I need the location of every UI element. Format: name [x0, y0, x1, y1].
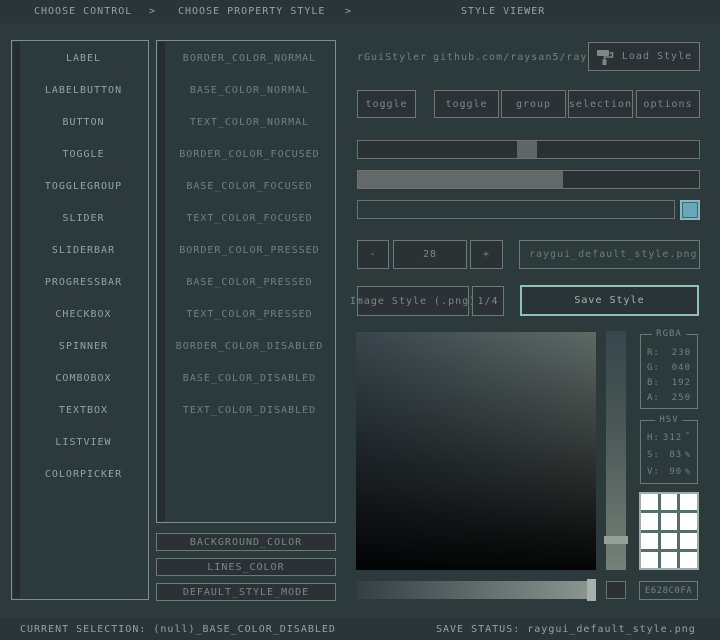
control-item-labelbutton[interactable]: LABELBUTTON — [20, 74, 147, 106]
controls-items: LABEL LABELBUTTON BUTTON TOGGLE TOGGLEGR… — [20, 42, 147, 490]
palette-cell[interactable] — [661, 552, 678, 568]
palette-cell[interactable] — [661, 494, 678, 510]
property-item-border-color-focused[interactable]: BORDER_COLOR_FOCUSED — [165, 138, 334, 170]
palette-cell[interactable] — [641, 494, 658, 510]
rgba-row-a: A:250 — [641, 390, 697, 405]
save-style-button[interactable]: Save Style — [520, 285, 699, 316]
hue-slider-handle[interactable] — [604, 536, 628, 544]
paint-roller-icon — [596, 48, 615, 66]
hsv-row-h: H:312° — [641, 429, 697, 446]
control-item-spinner[interactable]: SPINNER — [20, 330, 147, 362]
load-style-button[interactable]: Load Style — [588, 42, 700, 71]
property-item-text-color-focused[interactable]: TEXT_COLOR_FOCUSED — [165, 202, 334, 234]
palette-cell[interactable] — [661, 533, 678, 549]
properties-items: BORDER_COLOR_NORMAL BASE_COLOR_NORMAL TE… — [165, 42, 334, 426]
palette-cell[interactable] — [680, 513, 697, 529]
sliderbar-fill — [358, 171, 563, 188]
hsv-row-s: S:83% — [641, 446, 697, 463]
color-panel[interactable] — [356, 331, 596, 570]
control-item-button[interactable]: BUTTON — [20, 106, 147, 138]
image-style-button[interactable]: Image Style (.png) — [357, 286, 469, 316]
controls-listview: LABEL LABELBUTTON BUTTON TOGGLE TOGGLEGR… — [11, 40, 149, 600]
property-item-base-color-focused[interactable]: BASE_COLOR_FOCUSED — [165, 170, 334, 202]
alpha-slider[interactable] — [357, 581, 596, 599]
rgba-title: RGBA — [652, 329, 686, 339]
slider-handle[interactable] — [517, 141, 537, 158]
rguistyler-window: CHOOSE CONTROL > CHOOSE PROPERTY STYLE >… — [0, 0, 720, 640]
rgba-row-r: R:230 — [641, 345, 697, 360]
hsv-row-v: V:90% — [641, 463, 697, 480]
chevron-right-icon: > — [345, 6, 352, 17]
palette-cell[interactable] — [641, 533, 658, 549]
toggle-button[interactable]: toggle — [357, 90, 416, 118]
togglegroup-item-toggle[interactable]: toggle — [434, 90, 499, 118]
control-item-toggle[interactable]: TOGGLE — [20, 138, 147, 170]
filename-input[interactable]: raygui_default_style.png — [519, 240, 700, 269]
background-color-button[interactable]: BACKGROUND_COLOR — [156, 533, 336, 551]
property-item-base-color-pressed[interactable]: BASE_COLOR_PRESSED — [165, 266, 334, 298]
property-item-base-color-normal[interactable]: BASE_COLOR_NORMAL — [165, 74, 334, 106]
section-choose-property-style: CHOOSE PROPERTY STYLE — [178, 6, 325, 17]
repo-link[interactable]: github.com/raysan5/raygui — [433, 52, 609, 63]
palette-cell[interactable] — [680, 533, 697, 549]
section-style-viewer: STYLE VIEWER — [461, 6, 545, 17]
spinner-minus-button[interactable]: - — [357, 240, 389, 269]
slider[interactable] — [357, 140, 700, 159]
control-item-textbox[interactable]: TEXTBOX — [20, 394, 147, 426]
palette-cell[interactable] — [680, 494, 697, 510]
rgba-row-g: G:040 — [641, 360, 697, 375]
togglegroup-item-group[interactable]: group — [501, 90, 566, 118]
control-item-label[interactable]: LABEL — [20, 42, 147, 74]
hsv-title: HSV — [655, 415, 682, 425]
control-item-slider[interactable]: SLIDER — [20, 202, 147, 234]
alpha-checkbox[interactable] — [606, 581, 626, 599]
lines-color-button[interactable]: LINES_COLOR — [156, 558, 336, 576]
chevron-right-icon: > — [149, 6, 156, 17]
alpha-slider-handle[interactable] — [587, 579, 596, 601]
property-item-text-color-normal[interactable]: TEXT_COLOR_NORMAL — [165, 106, 334, 138]
property-item-border-color-normal[interactable]: BORDER_COLOR_NORMAL — [165, 42, 334, 74]
controls-scrollbar[interactable] — [13, 42, 20, 598]
control-item-togglegroup[interactable]: TOGGLEGROUP — [20, 170, 147, 202]
load-style-label: Load Style — [622, 51, 692, 62]
properties-scrollbar[interactable] — [158, 42, 165, 521]
control-item-listview[interactable]: LISTVIEW — [20, 426, 147, 458]
spinner-plus-button[interactable]: + — [470, 240, 503, 269]
app-title: rGuiStyler — [357, 52, 427, 63]
control-item-colorpicker[interactable]: COLORPICKER — [20, 458, 147, 490]
rgba-row-b: B:192 — [641, 375, 697, 390]
hsv-groupbox: HSV H:312° S:83% V:90% — [640, 420, 698, 484]
default-style-mode-button[interactable]: DEFAULT_STYLE_MODE — [156, 583, 336, 601]
status-bar: CURRENT SELECTION: (null)_BASE_COLOR_DIS… — [0, 618, 720, 640]
checkbox[interactable] — [680, 200, 700, 220]
spinner-value[interactable]: 28 — [393, 240, 467, 269]
text-input[interactable] — [357, 200, 675, 219]
properties-listview: BORDER_COLOR_NORMAL BASE_COLOR_NORMAL TE… — [156, 40, 336, 523]
hex-value-input[interactable]: E628C0FA — [639, 581, 698, 600]
togglegroup-item-selection[interactable]: selection — [568, 90, 633, 118]
control-item-combobox[interactable]: COMBOBOX — [20, 362, 147, 394]
current-selection-status: CURRENT SELECTION: (null)_BASE_COLOR_DIS… — [20, 624, 336, 635]
property-item-text-color-pressed[interactable]: TEXT_COLOR_PRESSED — [165, 298, 334, 330]
control-item-progressbar[interactable]: PROGRESSBAR — [20, 266, 147, 298]
property-item-base-color-disabled[interactable]: BASE_COLOR_DISABLED — [165, 362, 334, 394]
palette-cell[interactable] — [661, 513, 678, 529]
palette-cell[interactable] — [641, 552, 658, 568]
property-item-border-color-disabled[interactable]: BORDER_COLOR_DISABLED — [165, 330, 334, 362]
save-status: SAVE STATUS: raygui_default_style.png — [436, 624, 696, 635]
section-choose-control: CHOOSE CONTROL — [34, 6, 132, 17]
control-item-sliderbar[interactable]: SLIDERBAR — [20, 234, 147, 266]
control-item-checkbox[interactable]: CHECKBOX — [20, 298, 147, 330]
top-toolbar: CHOOSE CONTROL > CHOOSE PROPERTY STYLE >… — [0, 0, 720, 23]
style-palette-grid — [639, 492, 699, 570]
togglegroup-item-options[interactable]: options — [636, 90, 700, 118]
property-item-border-color-pressed[interactable]: BORDER_COLOR_PRESSED — [165, 234, 334, 266]
palette-cell[interactable] — [680, 552, 697, 568]
rgba-groupbox: RGBA R:230 G:040 B:192 A:250 — [640, 334, 698, 409]
palette-cell[interactable] — [641, 513, 658, 529]
sliderbar[interactable] — [357, 170, 700, 189]
ratio-label: 1/4 — [472, 286, 504, 316]
property-item-text-color-disabled[interactable]: TEXT_COLOR_DISABLED — [165, 394, 334, 426]
hue-slider[interactable] — [606, 331, 626, 570]
